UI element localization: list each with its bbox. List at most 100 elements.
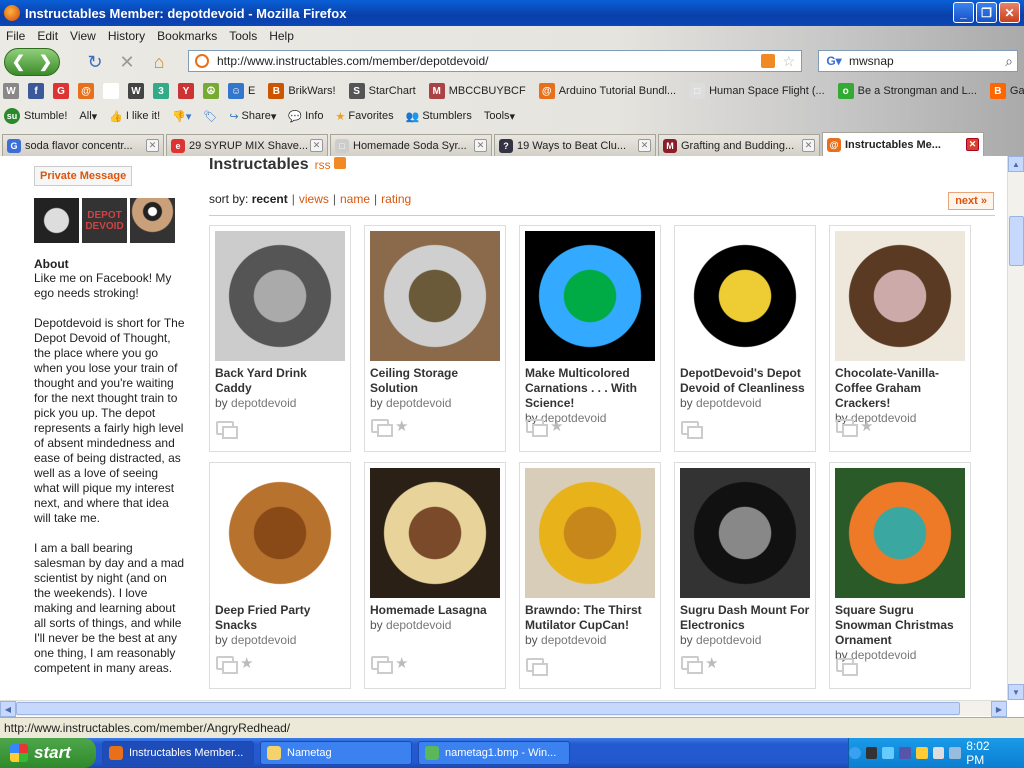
close-button[interactable]: ✕ [999, 2, 1020, 23]
tray-shield-icon[interactable] [915, 747, 928, 759]
instructable-card[interactable]: Square Sugru Snowman Christmas Ornament b… [829, 462, 971, 689]
instructable-title[interactable]: Sugru Dash Mount For Electronics [680, 603, 810, 633]
instructable-card[interactable]: DepotDevoid's Depot Devoid of Cleanlines… [674, 225, 816, 452]
bookmark-item[interactable]: G [50, 83, 73, 99]
i-like-it-button[interactable]: 👍 I like it! [109, 110, 160, 123]
rss-icon[interactable] [333, 157, 346, 169]
taskbar-button[interactable]: Nametag [260, 741, 412, 765]
instructable-title[interactable]: Square Sugru Snowman Christmas Ornament [835, 603, 965, 648]
bookmark-item[interactable]: @ [75, 83, 98, 99]
all-dropdown[interactable]: All ▾ [79, 110, 97, 123]
instructable-title[interactable]: Homemade Lasagna [370, 603, 500, 618]
bookmark-item[interactable]: o Be a Strongman and L... [835, 83, 977, 99]
bookmark-item[interactable]: 3 [150, 83, 173, 99]
browser-tab[interactable]: □ Homemade Soda Syr... ✕ [330, 134, 492, 156]
info-button[interactable]: 💬 Info [288, 110, 323, 123]
sort-rating-link[interactable]: rating [381, 192, 411, 206]
favorites-button[interactable]: ★ Favorites [335, 110, 393, 123]
search-icon[interactable]: ⌕ [1005, 53, 1013, 70]
menu-tools[interactable]: Tools [223, 29, 263, 43]
next-page-button[interactable]: next » [948, 192, 994, 210]
instructable-thumbnail[interactable] [215, 231, 345, 361]
instructable-thumbnail[interactable] [680, 468, 810, 598]
reload-icon[interactable]: ↻ [84, 51, 106, 73]
maximize-button[interactable]: ❐ [976, 2, 997, 23]
bookmark-item[interactable]: ☮ [200, 83, 223, 99]
bookmark-item[interactable]: O [100, 83, 123, 99]
vertical-scroll-thumb[interactable] [1009, 216, 1024, 266]
menu-file[interactable]: File [0, 29, 31, 43]
rss-link[interactable]: rss [315, 158, 331, 172]
bookmark-item[interactable]: @ Arduino Tutorial Bundl... [536, 83, 676, 99]
tab-close-icon[interactable]: ✕ [310, 139, 323, 152]
sort-views-link[interactable]: views [299, 192, 329, 206]
stumble-button[interactable]: su Stumble! [0, 108, 67, 124]
depot-devoid-logo-avatar[interactable]: DEPOT DEVOID [82, 198, 127, 243]
tray-arrow-icon[interactable] [848, 747, 861, 759]
instructable-card[interactable]: Sugru Dash Mount For Electronics by depot… [674, 462, 816, 689]
taskbar-button[interactable]: Instructables Member... [102, 741, 254, 765]
browser-tab[interactable]: M Grafting and Budding... ✕ [658, 134, 820, 156]
vertical-scrollbar[interactable]: ▲ ▼ [1007, 156, 1024, 700]
tray-sync-icon[interactable] [949, 747, 962, 759]
tray-usb-icon[interactable] [899, 747, 911, 759]
browser-tab[interactable]: Gsoda flavor concentr... ✕ [2, 134, 164, 156]
member-photo-avatar[interactable] [130, 198, 175, 243]
horizontal-scroll-thumb[interactable] [16, 702, 960, 715]
tab-close-icon[interactable]: ✕ [638, 139, 651, 152]
menu-help[interactable]: Help [263, 29, 300, 43]
back-icon[interactable]: ❮ [12, 52, 25, 72]
google-icon[interactable]: G▾ [819, 54, 849, 68]
stop-icon[interactable]: ✕ [116, 51, 138, 73]
tag-icon[interactable]: 🏷 [203, 110, 217, 123]
instructable-thumbnail[interactable] [370, 468, 500, 598]
rss-icon[interactable] [761, 54, 775, 68]
bookmark-star-icon[interactable]: ☆ [782, 53, 795, 70]
instructable-thumbnail[interactable] [835, 231, 965, 361]
instructable-title[interactable]: Deep Fried Party Snacks [215, 603, 345, 633]
menu-view[interactable]: View [64, 29, 102, 43]
scroll-down-icon[interactable]: ▼ [1008, 684, 1024, 700]
search-input[interactable]: mwsnap [849, 54, 894, 68]
scroll-left-icon[interactable]: ◀ [0, 701, 16, 717]
url-bar[interactable]: http://www.instructables.com/member/depo… [188, 50, 802, 72]
bookmark-item[interactable]: B BrikWars! [265, 83, 336, 99]
tray-volume-icon[interactable] [932, 747, 945, 759]
tab-close-icon[interactable]: ✕ [146, 139, 159, 152]
instructable-title[interactable]: Brawndo: The Thirst Mutilator CupCan! [525, 603, 655, 633]
stumblers-button[interactable]: 👥 Stumblers [406, 110, 472, 123]
instructable-thumbnail[interactable] [835, 468, 965, 598]
tab-close-icon[interactable]: ✕ [966, 138, 979, 151]
home-icon[interactable]: ⌂ [148, 51, 170, 73]
instructable-card[interactable]: Ceiling Storage Solution by depotdevoid ★ [364, 225, 506, 452]
bookmark-item[interactable]: ☺ E [225, 83, 255, 99]
start-button[interactable]: start [0, 738, 96, 768]
private-message-button[interactable]: Private Message [34, 166, 133, 186]
bookmark-item[interactable]: Y [175, 83, 198, 99]
author-link[interactable]: depotdevoid [231, 396, 296, 410]
moon-avatar[interactable] [34, 198, 79, 243]
browser-tab[interactable]: @ Instructables Me... ✕ [822, 132, 984, 156]
author-link[interactable]: depotdevoid [696, 396, 761, 410]
tab-close-icon[interactable]: ✕ [474, 139, 487, 152]
taskbar-button[interactable]: nametag1.bmp - Win... [418, 741, 570, 765]
bookmark-item[interactable]: W [0, 83, 23, 99]
search-bar[interactable]: G▾ mwsnap ⌕ [818, 50, 1018, 72]
menu-edit[interactable]: Edit [31, 29, 64, 43]
tray-network-icon[interactable] [882, 747, 895, 759]
browser-tab[interactable]: e 29 SYRUP MIX Shave... ✕ [166, 134, 328, 156]
instructable-thumbnail[interactable] [215, 468, 345, 598]
bookmark-item[interactable]: f [25, 83, 48, 99]
author-link[interactable]: depotdevoid [386, 396, 451, 410]
instructable-title[interactable]: Chocolate-Vanilla-Coffee Graham Crackers… [835, 366, 965, 411]
instructable-thumbnail[interactable] [370, 231, 500, 361]
author-link[interactable]: depotdevoid [851, 648, 916, 662]
tab-close-icon[interactable]: ✕ [802, 139, 815, 152]
menu-bookmarks[interactable]: Bookmarks [151, 29, 223, 43]
instructable-card[interactable]: Chocolate-Vanilla-Coffee Graham Crackers… [829, 225, 971, 452]
share-button[interactable]: ↪ Share ▾ [229, 110, 276, 123]
scroll-right-icon[interactable]: ▶ [991, 701, 1007, 717]
instructable-thumbnail[interactable] [525, 231, 655, 361]
forward-icon[interactable]: ❯ [39, 52, 52, 72]
bookmark-item[interactable]: W [125, 83, 148, 99]
